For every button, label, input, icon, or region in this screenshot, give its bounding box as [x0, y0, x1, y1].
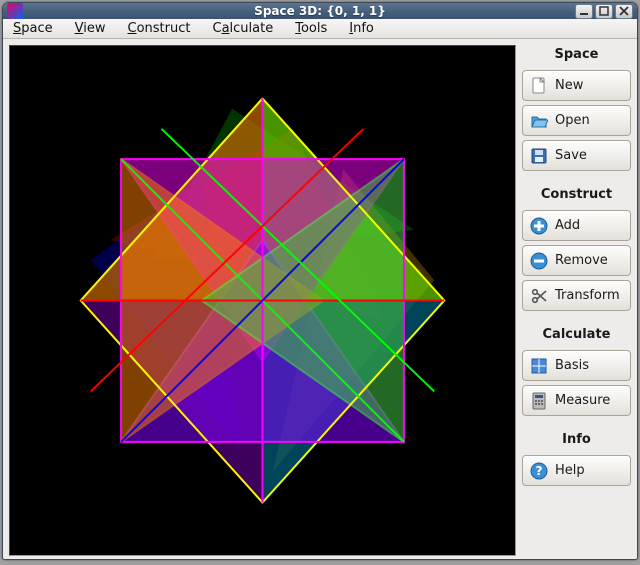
save-button[interactable]: Save [522, 140, 631, 171]
add-button[interactable]: Add [522, 210, 631, 241]
group-header-info: Info [522, 430, 631, 451]
button-label: Remove [555, 253, 608, 268]
group-header-space: Space [522, 45, 631, 66]
save-disk-icon [529, 146, 549, 166]
menu-construct[interactable]: Construct [124, 19, 195, 38]
open-button[interactable]: Open [522, 105, 631, 136]
menu-label: nfo [353, 21, 374, 36]
button-label: Measure [555, 393, 610, 408]
button-label: Save [555, 148, 587, 163]
add-plus-icon [529, 216, 549, 236]
button-label: Transform [555, 288, 620, 303]
svg-text:?: ? [536, 464, 543, 478]
scissors-icon [529, 286, 549, 306]
polyhedron-render [10, 46, 515, 555]
menu-tools[interactable]: Tools [291, 19, 331, 38]
button-label: Open [555, 113, 590, 128]
button-label: Help [555, 463, 585, 478]
window-title: Space 3D: {0, 1, 1} [3, 4, 637, 18]
menu-space[interactable]: Space [9, 19, 57, 38]
menu-label: ools [301, 21, 327, 36]
titlebar[interactable]: Space 3D: {0, 1, 1} [3, 3, 637, 19]
close-button[interactable] [615, 4, 633, 19]
menu-label: lculate [230, 21, 274, 36]
menu-label: onstruct [137, 21, 191, 36]
button-label: New [555, 78, 583, 93]
open-folder-icon [529, 111, 549, 131]
side-panel: Space New Open Save Constr [522, 39, 637, 560]
workspace: Space New Open Save Constr [3, 39, 637, 560]
application-window: Space 3D: {0, 1, 1} Space View Construct… [2, 2, 638, 560]
remove-minus-icon [529, 251, 549, 271]
grid-icon [529, 356, 549, 376]
menu-label: C [212, 21, 221, 36]
menu-label: pace [21, 21, 52, 36]
help-button[interactable]: ? Help [522, 455, 631, 486]
menu-calculate[interactable]: Calculate [208, 19, 277, 38]
maximize-button[interactable] [595, 4, 613, 19]
menubar: Space View Construct Calculate Tools Inf… [3, 19, 637, 39]
new-file-icon [529, 76, 549, 96]
menu-info[interactable]: Info [345, 19, 378, 38]
group-header-construct: Construct [522, 185, 631, 206]
remove-button[interactable]: Remove [522, 245, 631, 276]
viewport-3d[interactable] [9, 45, 516, 556]
app-icon [7, 3, 23, 19]
measure-button[interactable]: Measure [522, 385, 631, 416]
transform-button[interactable]: Transform [522, 280, 631, 311]
basis-button[interactable]: Basis [522, 350, 631, 381]
minimize-button[interactable] [575, 4, 593, 19]
new-button[interactable]: New [522, 70, 631, 101]
group-header-calculate: Calculate [522, 325, 631, 346]
help-question-icon: ? [529, 461, 549, 481]
menu-label: iew [83, 21, 105, 36]
button-label: Add [555, 218, 580, 233]
menu-view[interactable]: View [71, 19, 110, 38]
calculator-icon [529, 391, 549, 411]
button-label: Basis [555, 358, 589, 373]
